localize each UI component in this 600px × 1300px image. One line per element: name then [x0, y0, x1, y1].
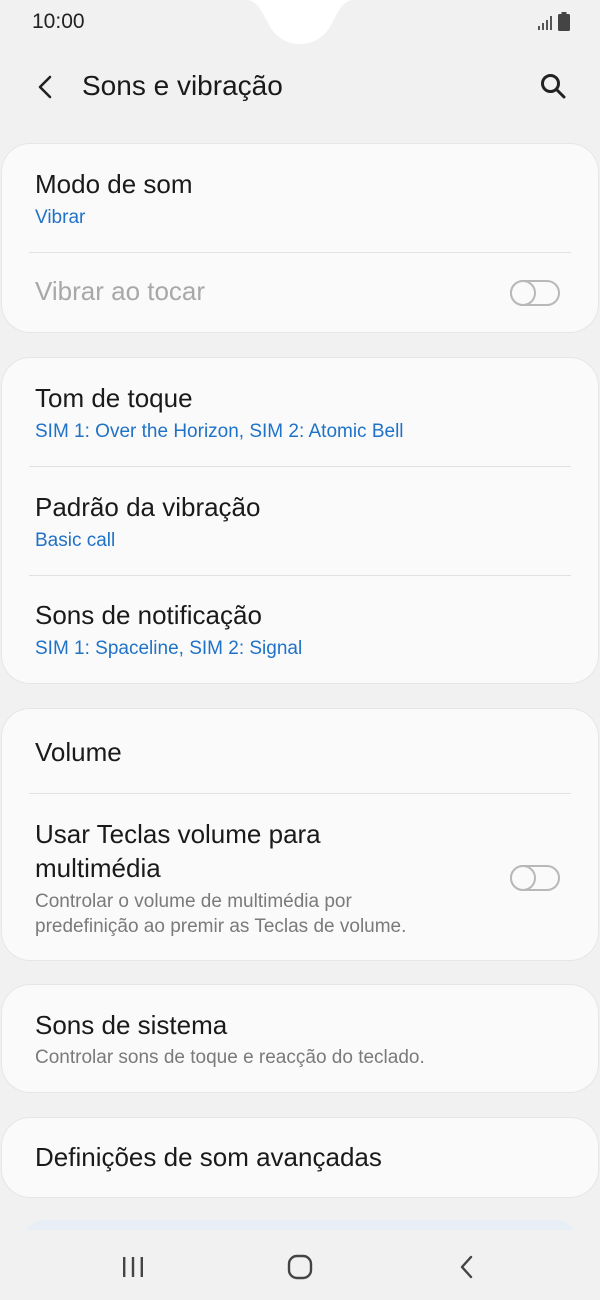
system-sounds-title: Sons de sistema — [35, 1010, 228, 1040]
notification-sounds-title: Sons de notificação — [35, 600, 262, 630]
toggle-knob — [510, 280, 536, 306]
search-icon[interactable] — [536, 69, 570, 103]
notification-sounds-value: SIM 1: Spaceline, SIM 2: Signal — [35, 638, 303, 659]
app-bar: Sons e vibração — [0, 52, 600, 122]
volume-title: Volume — [35, 737, 122, 767]
volume-keys-media-toggle[interactable] — [510, 865, 560, 891]
vibrate-on-touch-title: Vibrar ao tocar — [35, 276, 206, 306]
sound-mode-title: Modo de som — [35, 169, 193, 199]
row-volume-keys-media[interactable]: Usar Teclas volume para multimédia Contr… — [2, 794, 598, 960]
card-volume: Volume Usar Teclas volume para multimédi… — [2, 709, 598, 960]
row-vibration-pattern[interactable]: Padrão da vibração Basic call — [2, 467, 598, 575]
volume-keys-title-line2: multimédia — [35, 853, 161, 883]
system-sounds-desc: Controlar sons de toque e reacção do tec… — [35, 1047, 425, 1068]
row-sound-mode[interactable]: Modo de som Vibrar — [2, 144, 598, 252]
navigation-bar — [0, 1230, 600, 1300]
status-icons — [537, 11, 570, 31]
card-ringtones: Tom de toque SIM 1: Over the Horizon, SI… — [2, 358, 598, 683]
card-advanced-sound: Definições de som avançadas — [2, 1118, 598, 1197]
battery-icon — [558, 12, 570, 31]
row-notification-sounds[interactable]: Sons de notificação SIM 1: Spaceline, SI… — [2, 576, 598, 683]
volume-keys-desc-line2: predefinição ao premir as Teclas de volu… — [35, 916, 407, 937]
row-volume[interactable]: Volume — [2, 709, 598, 793]
back-icon[interactable] — [447, 1252, 487, 1282]
recents-icon[interactable] — [113, 1252, 153, 1282]
status-bar: 10:00 — [0, 0, 600, 44]
card-system-sounds: Sons de sistema Controlar sons de toque … — [2, 985, 598, 1092]
row-vibrate-on-touch[interactable]: Vibrar ao tocar — [2, 253, 598, 332]
ringtone-title: Tom de toque — [35, 383, 193, 413]
toggle-knob — [510, 865, 536, 891]
advanced-sound-title: Definições de som avançadas — [35, 1142, 382, 1172]
status-time: 10:00 — [32, 10, 85, 33]
page-title: Sons e vibração — [82, 70, 283, 101]
chevron-left-icon[interactable] — [30, 72, 60, 102]
volume-keys-title-line1: Usar Teclas volume para — [35, 819, 321, 849]
vibration-pattern-title: Padrão da vibração — [35, 492, 261, 522]
camera-notch — [248, 0, 352, 44]
row-advanced-sound[interactable]: Definições de som avançadas — [2, 1118, 598, 1197]
vibrate-on-touch-toggle[interactable] — [510, 280, 560, 306]
home-icon[interactable] — [280, 1252, 320, 1282]
volume-keys-desc-line1: Controlar o volume de multimédia por — [35, 891, 352, 912]
vibration-pattern-value: Basic call — [35, 530, 116, 551]
row-system-sounds[interactable]: Sons de sistema Controlar sons de toque … — [2, 985, 598, 1092]
row-ringtone[interactable]: Tom de toque SIM 1: Over the Horizon, SI… — [2, 358, 598, 466]
ringtone-value: SIM 1: Over the Horizon, SIM 2: Atomic B… — [35, 421, 404, 442]
signal-icon — [538, 16, 552, 30]
card-sound-mode: Modo de som Vibrar Vibrar ao tocar — [2, 144, 598, 332]
sound-mode-value: Vibrar — [35, 207, 86, 228]
